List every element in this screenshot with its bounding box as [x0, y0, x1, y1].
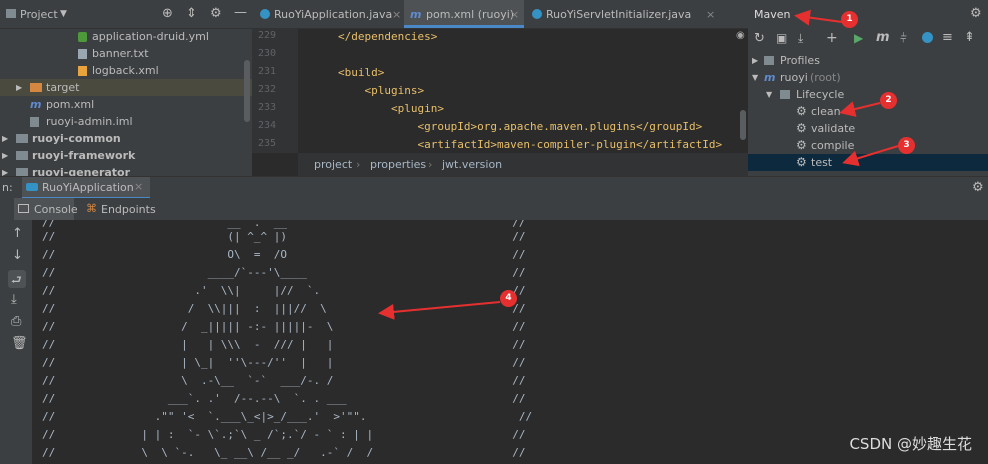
annotation-badge-4: 4 — [500, 290, 517, 307]
annotation-arrow-1 — [794, 9, 843, 26]
annotation-badge-3: 3 — [898, 137, 915, 154]
annotation-badge-2: 2 — [880, 92, 897, 109]
annotation-arrow-2 — [839, 101, 881, 117]
watermark: CSDN @妙趣生花 — [849, 435, 972, 453]
annotation-arrow-4 — [378, 301, 501, 320]
annotation-badge-1: 1 — [841, 11, 858, 28]
annotation-arrow-3 — [842, 145, 899, 167]
annotation-arrows — [378, 9, 899, 320]
